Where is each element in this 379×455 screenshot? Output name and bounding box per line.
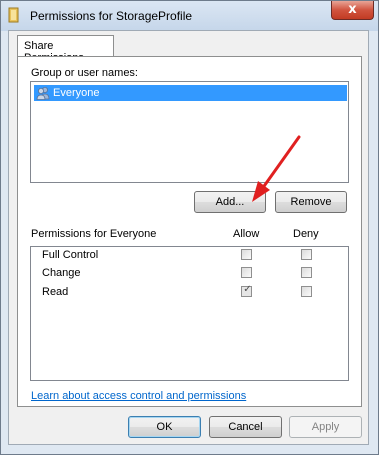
annotation-arrow-icon <box>252 135 301 202</box>
